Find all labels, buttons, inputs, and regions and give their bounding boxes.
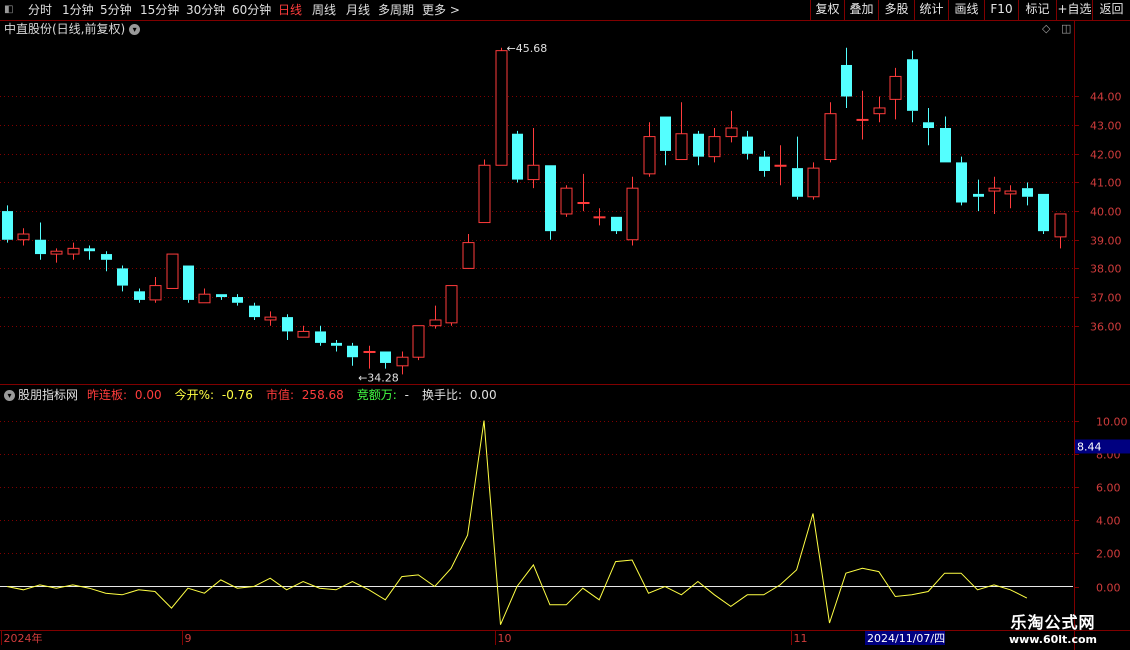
low-annotation: ←34.28 <box>358 371 399 384</box>
candle-body-29 <box>478 164 491 224</box>
candle-body-59 <box>973 193 984 197</box>
candle-body-6 <box>101 254 112 260</box>
candle-body-46 <box>759 156 770 171</box>
candle-body-49 <box>807 167 820 198</box>
candle-body-5 <box>84 248 95 252</box>
stock-chart[interactable]: 36.00 37.00 38.00 39.00 40.00 41.00 42.00 43.00… <box>0 0 1130 650</box>
candle-body-21 <box>347 345 358 358</box>
indicator-line <box>6 420 1028 625</box>
candle-body-45 <box>742 136 753 154</box>
candle-body-35 <box>577 202 590 204</box>
date-label-0: 2024年 <box>4 631 43 645</box>
price-tick-label-8: 44.00 <box>1090 91 1122 104</box>
candle-body-9 <box>149 285 162 301</box>
candle-body-14 <box>232 297 243 303</box>
candle-body-57 <box>940 128 951 163</box>
watermark-logo: 乐淘公式网 www.60lt.com <box>998 609 1108 646</box>
candle-body-47 <box>774 164 787 167</box>
price-tick-label-1: 37.00 <box>1090 292 1122 305</box>
price-tick-label-3: 39.00 <box>1090 235 1122 248</box>
price-tick-label-0: 36.00 <box>1090 321 1122 334</box>
ind-tick-label-3: 6.00 <box>1096 482 1121 495</box>
candle-body-13 <box>216 294 227 298</box>
candle-body-41 <box>675 133 688 161</box>
candle-body-4 <box>67 247 80 255</box>
candle-body-50 <box>824 113 837 161</box>
watermark-line1: 乐淘公式网 <box>1010 613 1096 632</box>
candle-body-24 <box>396 356 409 367</box>
ind-tick-label-2: 4.00 <box>1096 515 1121 528</box>
candle-body-2 <box>35 239 46 255</box>
price-tick-label-4: 40.00 <box>1090 206 1122 219</box>
candle-body-53 <box>873 107 886 115</box>
watermark-line2: www.60lt.com <box>1008 633 1098 646</box>
candle-body-36 <box>593 216 606 219</box>
candle-body-33 <box>545 165 556 232</box>
candle-body-64 <box>1054 213 1067 238</box>
candle-body-19 <box>315 331 326 343</box>
candle-body-0 <box>2 211 13 240</box>
candle-body-15 <box>249 305 260 318</box>
candle-body-62 <box>1022 188 1033 197</box>
candle-body-27 <box>445 285 458 324</box>
date-label-2: 10 <box>498 632 512 645</box>
high-annotation: ←45.68 <box>507 42 548 55</box>
candle-body-55 <box>907 59 918 111</box>
candle-body-8 <box>134 291 145 300</box>
candle-body-3 <box>50 250 63 255</box>
ind-tick-label-1: 2.00 <box>1096 548 1121 561</box>
candle-body-25 <box>412 325 425 358</box>
candle-body-22 <box>363 350 376 353</box>
candle-body-54 <box>889 75 902 100</box>
candle-body-48 <box>792 168 803 197</box>
candle-body-61 <box>1004 190 1017 195</box>
candle-body-32 <box>527 164 540 181</box>
candle-body-52 <box>856 118 869 121</box>
ind-tick-label-0: 0.00 <box>1096 582 1121 595</box>
candle-body-28 <box>462 242 475 269</box>
candle-body-16 <box>264 316 277 321</box>
date-label-3: 11 <box>794 632 808 645</box>
candle-body-37 <box>611 216 622 232</box>
candle-body-7 <box>117 268 128 286</box>
candle-body-51 <box>841 64 852 97</box>
candle-body-12 <box>198 293 211 304</box>
last-value-label: 8.44 <box>1077 440 1102 453</box>
candle-body-31 <box>512 133 523 180</box>
candle-body-40 <box>660 116 671 151</box>
candle-body-58 <box>956 162 967 203</box>
ind-tick-label-5: 10.00 <box>1096 416 1128 429</box>
price-tick-label-7: 43.00 <box>1090 120 1122 133</box>
cursor-date-label: 2024/11/07/四 <box>867 632 945 645</box>
candle-body-10 <box>166 253 179 289</box>
candle-body-34 <box>560 187 573 215</box>
price-tick-label-5: 41.00 <box>1090 177 1122 190</box>
candle-body-60 <box>988 187 1001 192</box>
price-tick-label-6: 42.00 <box>1090 149 1122 162</box>
candle-body-18 <box>297 330 310 338</box>
candle-body-39 <box>643 136 656 175</box>
price-tick-label-2: 38.00 <box>1090 263 1122 276</box>
candle-body-42 <box>693 133 704 157</box>
candle-body-26 <box>429 319 442 327</box>
candle-body-38 <box>626 187 639 241</box>
candle-body-56 <box>923 122 934 129</box>
candle-body-11 <box>183 265 194 300</box>
candle-body-30 <box>495 50 508 166</box>
candle-body-23 <box>380 351 391 363</box>
date-label-1: 9 <box>185 632 192 645</box>
candle-body-63 <box>1038 193 1049 232</box>
candle-body-44 <box>725 127 738 138</box>
candle-body-1 <box>17 233 30 241</box>
candle-body-20 <box>331 342 342 346</box>
candle-body-43 <box>708 136 721 158</box>
candle-body-17 <box>282 317 293 332</box>
